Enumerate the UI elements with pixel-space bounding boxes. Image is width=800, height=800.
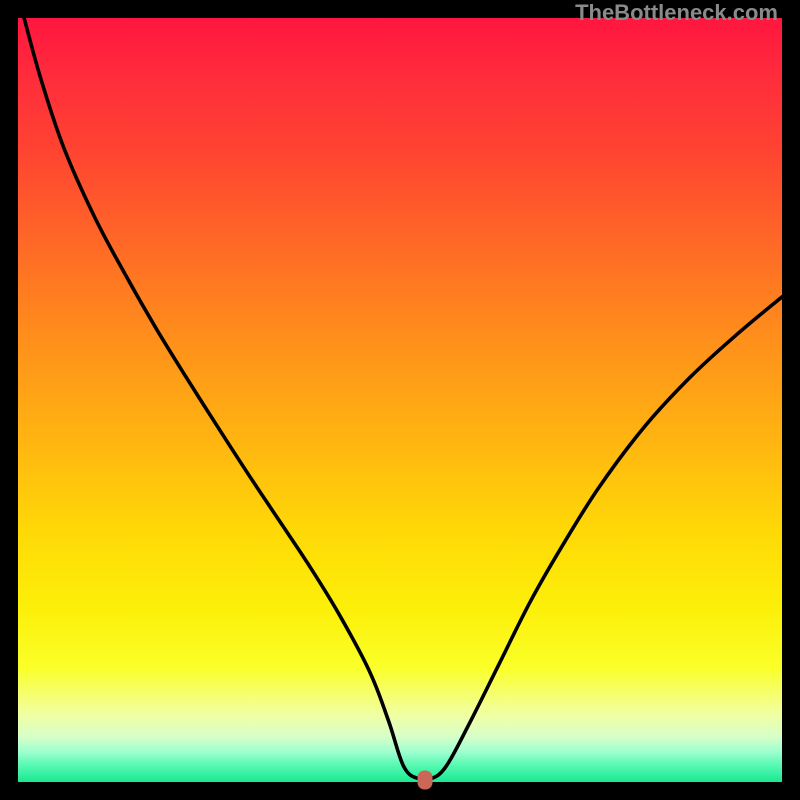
curve-svg (18, 18, 782, 782)
minimum-marker (418, 771, 433, 790)
watermark-text: TheBottleneck.com (575, 0, 778, 26)
bottleneck-curve (24, 18, 782, 781)
chart-container: TheBottleneck.com (0, 0, 800, 800)
